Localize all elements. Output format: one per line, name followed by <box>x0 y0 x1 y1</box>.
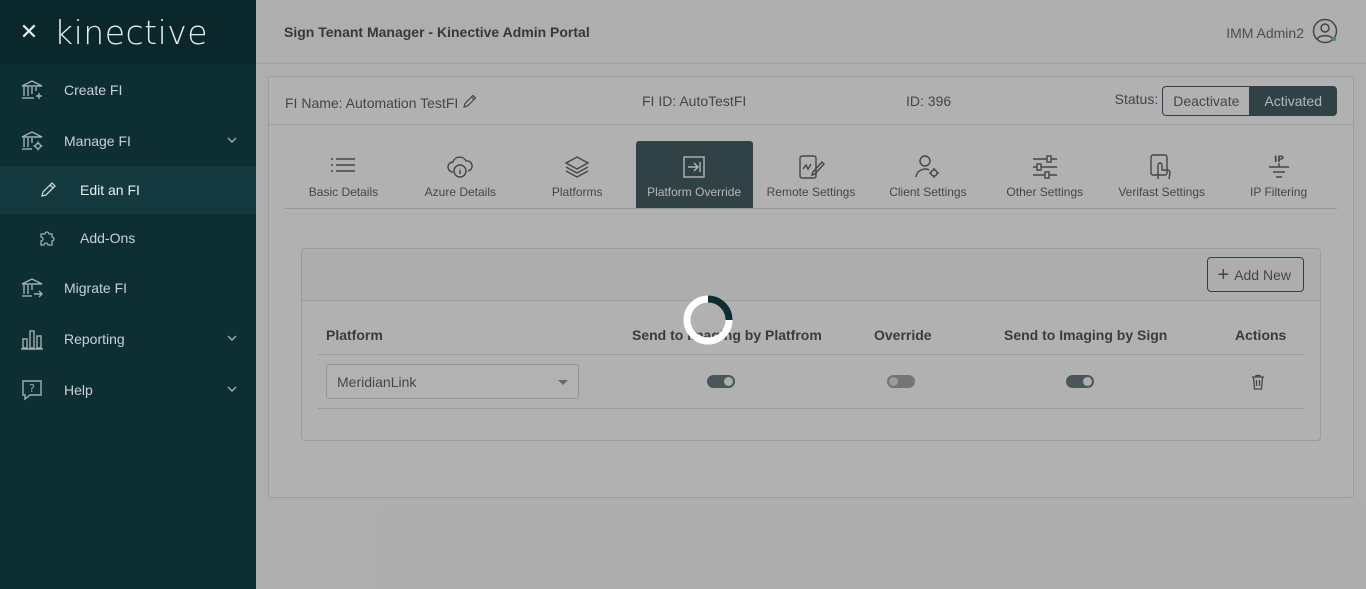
sidebar-item-migrate-fi[interactable]: Migrate FI <box>0 262 256 313</box>
sidebar-item-add-ons[interactable]: Add-Ons <box>0 214 256 262</box>
pencil-icon <box>38 180 58 200</box>
sidebar-item-label: Manage FI <box>64 132 131 149</box>
help-bubble-icon: ? <box>20 378 44 402</box>
loading-spinner-icon <box>682 294 734 346</box>
bar-chart-icon <box>20 327 44 351</box>
sidebar-item-create-fi[interactable]: Create FI <box>0 64 256 115</box>
sidebar-item-label: Create FI <box>64 81 123 98</box>
bank-arrow-icon <box>20 276 44 300</box>
sidebar-item-manage-fi[interactable]: Manage FI <box>0 115 256 166</box>
sidebar-item-label: Help <box>64 381 93 398</box>
svg-text:?: ? <box>29 382 35 395</box>
logo: kinective <box>54 13 208 52</box>
sidebar-item-help[interactable]: ? Help <box>0 364 256 415</box>
puzzle-icon <box>38 228 58 248</box>
sidebar-item-label: Migrate FI <box>64 279 128 296</box>
sidebar-header: ✕ kinective <box>0 0 256 64</box>
sidebar-item-label: Edit an FI <box>80 182 140 198</box>
sidebar-item-edit-fi[interactable]: Edit an FI <box>0 166 256 214</box>
close-icon[interactable]: ✕ <box>18 19 40 45</box>
bank-gear-icon <box>20 129 44 153</box>
sidebar: ✕ kinective Create FI Manage FI Edit an … <box>0 0 256 589</box>
chevron-down-icon <box>226 331 238 347</box>
sidebar-item-reporting[interactable]: Reporting <box>0 313 256 364</box>
sidebar-item-label: Reporting <box>64 330 125 347</box>
chevron-down-icon <box>226 382 238 398</box>
loading-overlay <box>256 0 1366 589</box>
sidebar-item-label: Add-Ons <box>80 230 136 246</box>
logo-text: kinective <box>54 12 209 52</box>
bank-plus-icon <box>20 78 44 102</box>
chevron-down-icon <box>226 133 238 149</box>
